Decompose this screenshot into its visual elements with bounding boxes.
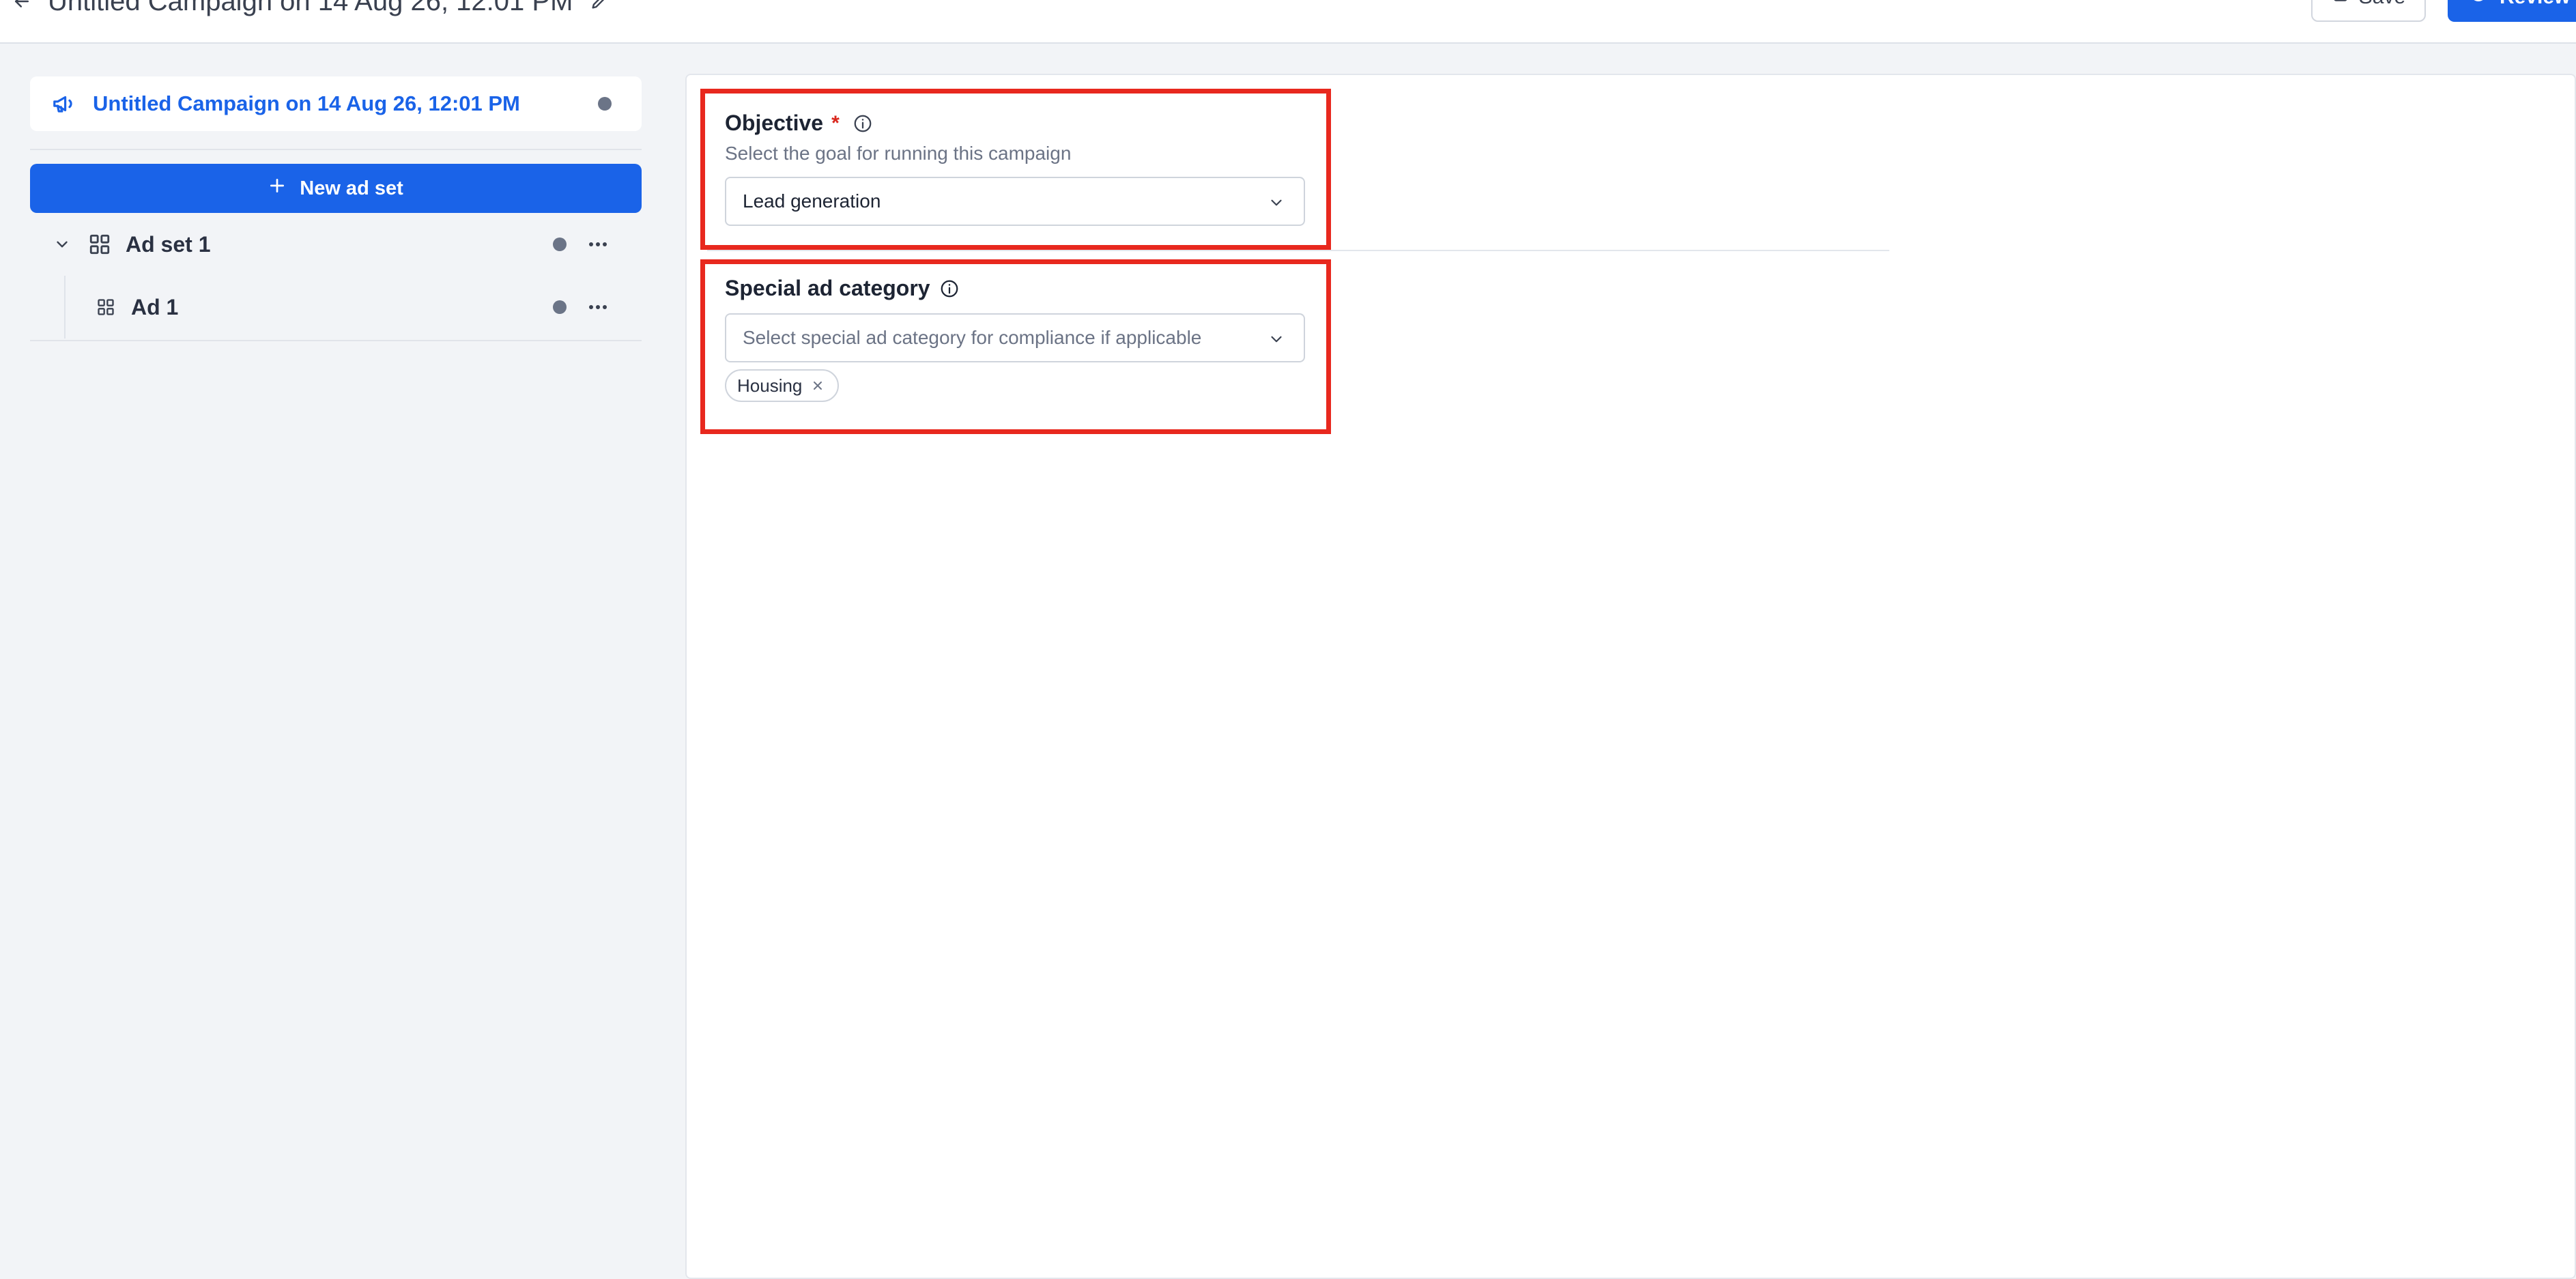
review-button[interactable]: Review — [2448, 0, 2576, 22]
review-button-label: Review — [2500, 0, 2570, 9]
campaign-status-dot — [598, 97, 612, 111]
divider — [30, 149, 642, 150]
campaign-settings-panel — [685, 74, 2576, 1279]
campaign-name-label: Untitled Campaign on 14 Aug 26, 12:01 PM — [93, 91, 520, 115]
chevron-down-icon — [1264, 190, 1289, 215]
save-button[interactable]: Save — [2311, 0, 2426, 22]
objective-selected-value: Lead generation — [743, 190, 881, 212]
special-ad-category-select[interactable]: Select special ad category for complianc… — [725, 313, 1305, 362]
new-ad-set-label: New ad set — [300, 177, 403, 199]
ad-set-status-dot — [553, 238, 567, 251]
ad-set-children: Ad 1 — [30, 276, 642, 339]
top-header: Untitled Campaign on 14 Aug 26, 12:01 PM… — [0, 0, 2576, 44]
special-ad-category-label: Special ad category — [725, 276, 930, 300]
required-mark: * — [831, 111, 840, 134]
save-icon — [2332, 0, 2349, 9]
objective-field: Objective * Select the goal for running … — [725, 111, 1305, 226]
objective-select[interactable]: Lead generation — [725, 177, 1305, 226]
back-arrow-icon[interactable] — [10, 0, 34, 14]
chevron-down-icon — [1264, 327, 1289, 351]
section-divider — [707, 250, 1889, 251]
special-ad-category-label-row: Special ad category — [725, 276, 1305, 301]
info-icon[interactable] — [852, 113, 874, 134]
grid-icon — [96, 297, 116, 317]
objective-label-row: Objective * — [725, 111, 1305, 136]
objective-label: Objective — [725, 111, 824, 135]
sidebar-item-ad[interactable]: Ad 1 — [30, 276, 642, 339]
pencil-icon[interactable] — [587, 0, 612, 14]
special-ad-category-placeholder: Select special ad category for complianc… — [743, 327, 1202, 348]
more-options-icon[interactable] — [586, 295, 610, 319]
save-button-label: Save — [2359, 0, 2405, 9]
special-ad-category-field: Special ad category Select special ad ca… — [725, 276, 1305, 402]
info-icon[interactable] — [939, 278, 960, 300]
new-ad-set-button[interactable]: New ad set — [30, 164, 642, 213]
sidebar-item-ad-set[interactable]: Ad set 1 — [30, 213, 642, 276]
objective-help-text: Select the goal for running this campaig… — [725, 143, 1072, 164]
plus-icon — [268, 177, 286, 200]
chevron-down-icon[interactable] — [51, 233, 74, 256]
selected-tags: Housing — [725, 369, 1305, 402]
ad-status-dot — [553, 300, 567, 314]
ad-label: Ad 1 — [131, 294, 179, 319]
grid-icon — [87, 232, 112, 257]
megaphone-icon — [51, 90, 78, 117]
tag-label: Housing — [737, 375, 803, 396]
ad-set-label: Ad set 1 — [126, 231, 211, 257]
divider — [30, 340, 642, 341]
sidebar-campaign-item[interactable]: Untitled Campaign on 14 Aug 26, 12:01 PM — [30, 76, 642, 131]
close-icon[interactable] — [810, 378, 825, 393]
selected-tag: Housing — [725, 369, 840, 402]
more-options-icon[interactable] — [586, 232, 610, 257]
campaign-structure-sidebar: Untitled Campaign on 14 Aug 26, 12:01 PM… — [30, 76, 642, 341]
eye-icon — [2468, 0, 2489, 10]
page-title: Untitled Campaign on 14 Aug 26, 12:01 PM — [48, 0, 573, 16]
